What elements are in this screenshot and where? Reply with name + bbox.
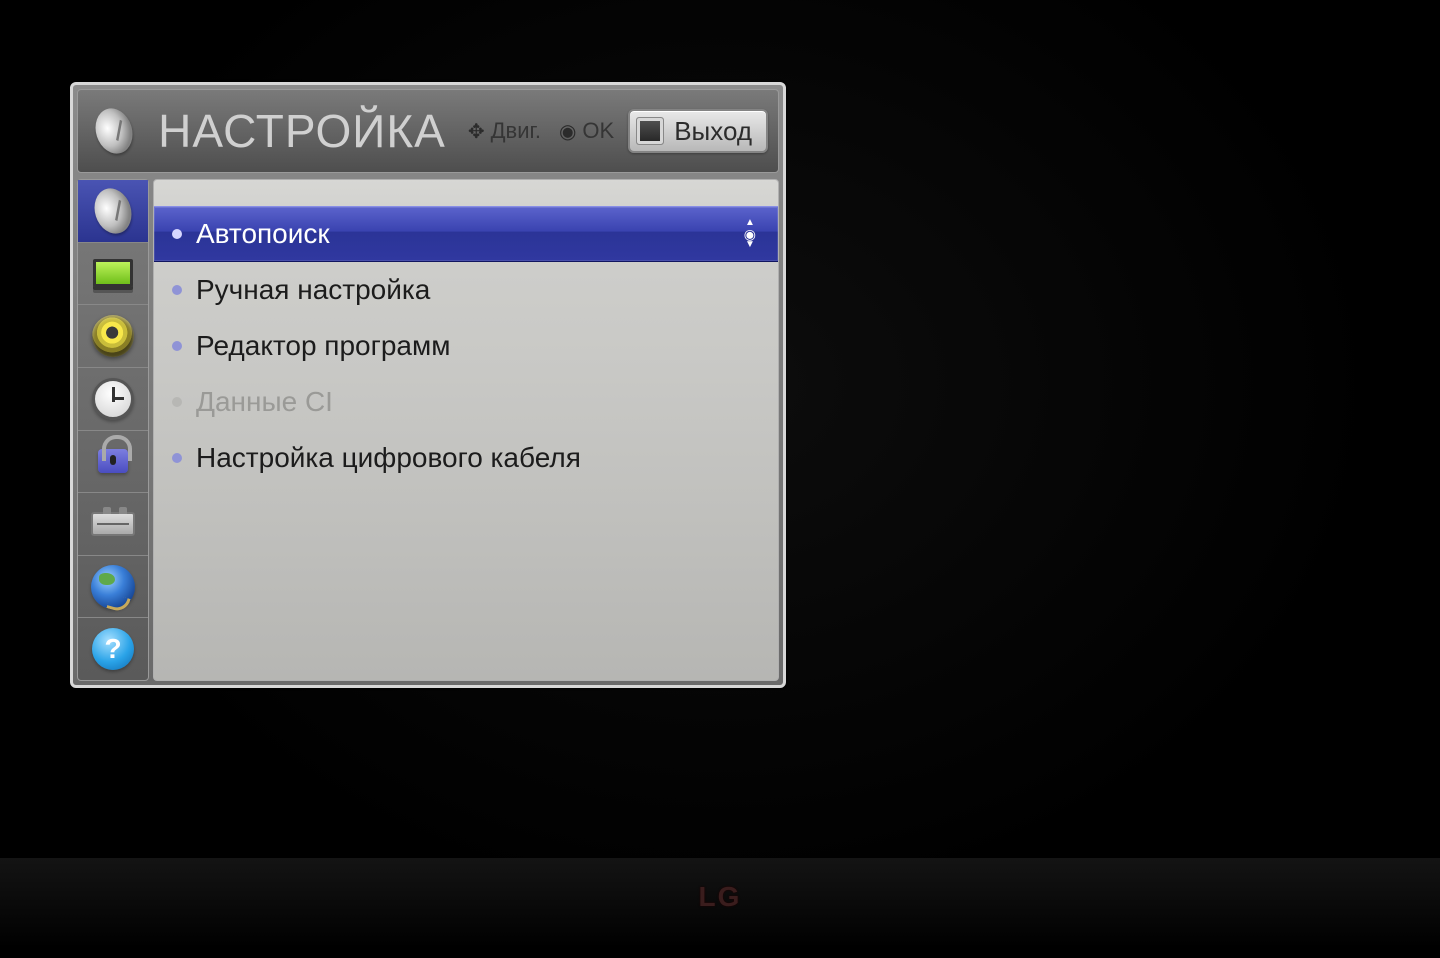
menu-item-manual-tuning[interactable]: Ручная настройка [154,262,778,318]
bullet-icon [172,397,182,407]
nav-hints: ✥ Двиг. ◉ OK [468,118,614,144]
bullet-icon [172,341,182,351]
clock-icon [92,378,134,420]
lock-icon [98,449,128,473]
menu-item-programme-edit[interactable]: Редактор программ [154,318,778,374]
tv-brand-logo: LG [699,881,742,913]
exit-button[interactable]: Выход [628,109,768,153]
exit-key-icon [636,117,664,145]
page-title: НАСТРОЙКА [158,104,446,158]
hint-move: ✥ Двиг. [468,118,541,144]
sidebar-item-picture[interactable] [78,243,148,306]
menu-item-auto-tuning[interactable]: Автопоиск ▲◉▼ [154,206,778,262]
scene: НАСТРОЙКА ✥ Двиг. ◉ OK Выход [0,0,1440,958]
menu-list: Автопоиск ▲◉▼ Ручная настройка Редактор … [154,206,778,486]
satellite-icon [89,183,137,238]
sidebar-item-setup[interactable] [78,180,148,243]
osd-window: НАСТРОЙКА ✥ Двиг. ◉ OK Выход [70,82,786,688]
globe-icon [91,565,135,609]
hint-ok-label: OK [582,118,614,144]
sidebar-item-help[interactable]: ? [78,618,148,680]
osd-header: НАСТРОЙКА ✥ Двиг. ◉ OK Выход [77,89,779,173]
speaker-icon [92,315,134,357]
menu-item-label: Редактор программ [196,330,450,362]
selection-indicator-icon: ▲◉▼ [744,219,756,249]
sidebar-item-time[interactable] [78,368,148,431]
ok-icon: ◉ [559,119,576,144]
sidebar-item-lock[interactable] [78,431,148,494]
bullet-icon [172,285,182,295]
menu-item-label: Ручная настройка [196,274,430,306]
sidebar: ? [77,179,149,681]
menu-item-label: Настройка цифрового кабеля [196,442,581,474]
hint-ok: ◉ OK [559,118,614,144]
sidebar-item-options[interactable] [78,493,148,556]
satellite-icon [84,98,144,164]
osd-body: ? Автопоиск ▲◉▼ Ручная настройка [77,179,779,681]
sidebar-item-network[interactable] [78,556,148,619]
bullet-icon [172,453,182,463]
sidebar-item-audio[interactable] [78,305,148,368]
dpad-icon: ✥ [468,119,485,144]
help-icon: ? [92,628,134,670]
toolbox-icon [91,512,135,536]
menu-panel: Автопоиск ▲◉▼ Ручная настройка Редактор … [153,179,779,681]
menu-item-cable-dtv-setting[interactable]: Настройка цифрового кабеля [154,430,778,486]
menu-item-ci-information: Данные CI [154,374,778,430]
menu-item-label: Данные CI [196,386,333,418]
bullet-icon [172,229,182,239]
screen-icon [93,259,133,287]
menu-item-label: Автопоиск [196,218,330,250]
hint-move-label: Двиг. [491,118,541,144]
exit-label: Выход [674,116,752,147]
